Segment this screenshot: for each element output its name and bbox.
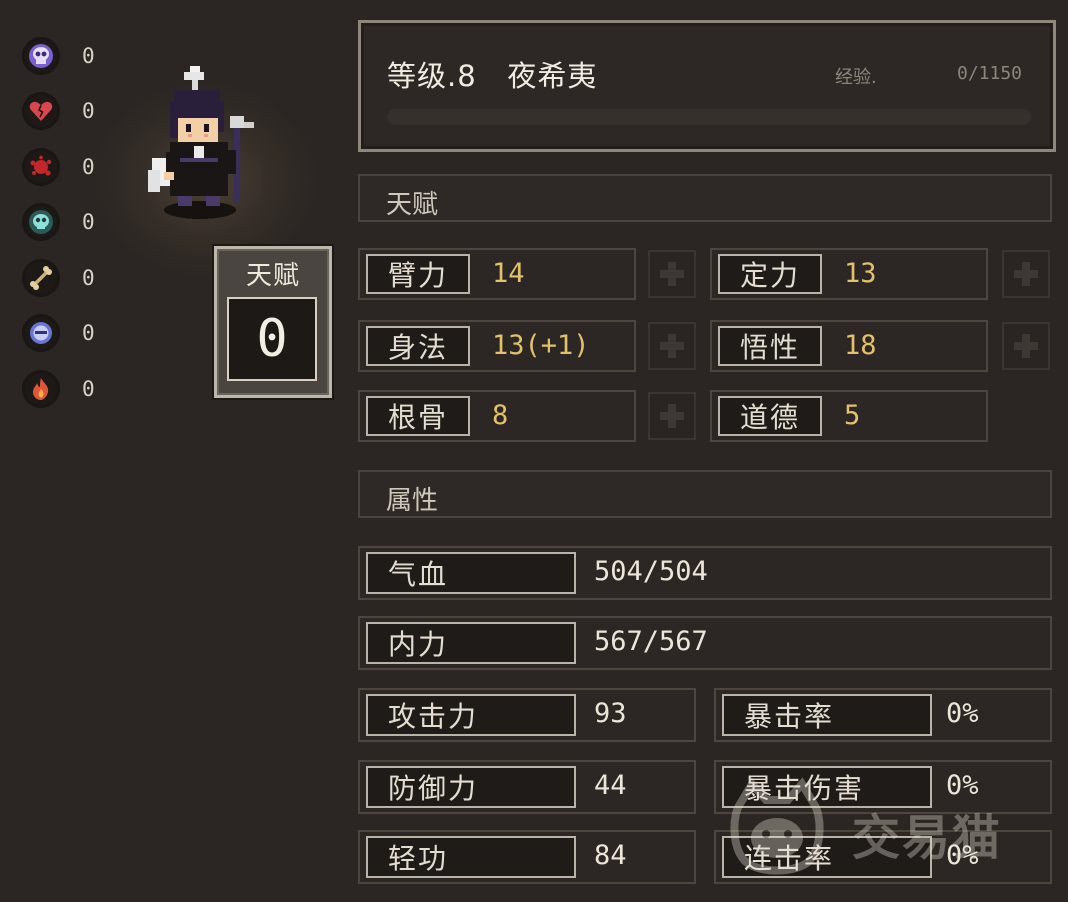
stat-label: 定力 (718, 254, 822, 294)
bone-icon[interactable] (22, 258, 60, 297)
attr-label: 轻功 (366, 836, 576, 878)
status-count: 0 (82, 376, 95, 401)
stat-label: 身法 (366, 326, 470, 366)
attr-combo-rate: 连击率 0% (714, 830, 1052, 884)
stat-comprehension: 悟性 18 (710, 320, 988, 372)
stat-value: 13(+1) (492, 330, 590, 361)
stat-value: 8 (492, 400, 509, 431)
level-and-name: 等级.8 夜希夷 (387, 59, 598, 93)
talent-section-header[interactable]: 天赋 (358, 174, 1052, 222)
talent-points-badge: 天赋 0 (214, 246, 332, 398)
attr-label: 暴击伤害 (722, 766, 932, 808)
stat-morality: 道德 5 (710, 390, 988, 442)
skull-icon[interactable] (22, 36, 60, 75)
status-count: 0 (82, 321, 95, 346)
talent-badge-title: 天赋 (245, 261, 300, 291)
attr-value: 504/504 (594, 556, 708, 587)
attr-attack: 攻击力 93 (358, 688, 696, 742)
poison-skull-icon[interactable] (22, 203, 60, 242)
attr-label: 气血 (366, 552, 576, 594)
plus-icon (1014, 262, 1038, 286)
attr-label: 暴击率 (722, 694, 932, 736)
status-row-skull: 0 (22, 28, 112, 84)
stat-label: 根骨 (366, 396, 470, 436)
attr-label: 内力 (366, 622, 576, 664)
stat-constitution: 根骨 8 (358, 390, 636, 442)
add-strength-button[interactable] (648, 250, 696, 298)
stat-value: 13 (844, 258, 877, 289)
add-comprehension-button[interactable] (1002, 322, 1050, 370)
stat-label: 道德 (718, 396, 822, 436)
attr-value: 84 (594, 840, 627, 871)
frozen-face-icon[interactable] (22, 314, 60, 353)
add-constitution-button[interactable] (648, 392, 696, 440)
attr-value: 0% (946, 770, 979, 801)
stat-label: 臂力 (366, 254, 470, 294)
exp-value: 0/1150 (957, 63, 1023, 84)
attr-value: 0% (946, 698, 979, 729)
attr-defense: 防御力 44 (358, 760, 696, 814)
attr-label: 防御力 (366, 766, 576, 808)
plus-icon (660, 334, 684, 358)
add-composure-button[interactable] (1002, 250, 1050, 298)
attributes-section-header[interactable]: 属性 (358, 470, 1052, 518)
stat-value: 18 (844, 330, 877, 361)
attr-agility: 轻功 84 (358, 830, 696, 884)
attr-crit-rate: 暴击率 0% (714, 688, 1052, 742)
character-header: 等级.8 夜希夷 经验. 0/1150 (358, 20, 1056, 152)
stat-label: 悟性 (718, 326, 822, 366)
attr-value: 93 (594, 698, 627, 729)
attr-crit-damage: 暴击伤害 0% (714, 760, 1052, 814)
attr-value: 44 (594, 770, 627, 801)
plus-icon (1014, 334, 1038, 358)
talent-points-value: 0 (227, 297, 317, 381)
plus-icon (660, 404, 684, 428)
broken-heart-icon[interactable] (22, 92, 60, 131)
attr-value: 0% (946, 840, 979, 871)
character-status-screen: 0 0 0 0 0 0 0 天赋 0 等级.8 夜希夷 经验. 0/1150 天… (0, 0, 1068, 902)
talent-section-title: 天赋 (386, 190, 439, 220)
attr-label: 攻击力 (366, 694, 576, 736)
add-agility-button[interactable] (648, 322, 696, 370)
plus-icon (660, 262, 684, 286)
attr-hp: 气血 504/504 (358, 546, 1052, 600)
blood-splat-icon[interactable] (22, 147, 60, 186)
exp-label: 经验. (835, 67, 877, 88)
stat-strength: 臂力 14 (358, 248, 636, 300)
attributes-section-title: 属性 (386, 486, 439, 516)
attr-label: 连击率 (722, 836, 932, 878)
attr-value: 567/567 (594, 626, 708, 657)
character-sprite[interactable] (140, 62, 280, 232)
attr-mp: 内力 567/567 (358, 616, 1052, 670)
exp-progress-bar (387, 109, 1031, 125)
stat-value: 14 (492, 258, 525, 289)
status-count: 0 (82, 43, 95, 68)
fire-icon[interactable] (22, 369, 60, 408)
status-row-fire: 0 (22, 361, 112, 417)
stat-composure: 定力 13 (710, 248, 988, 300)
status-row-frozen: 0 (22, 306, 112, 362)
stat-agility: 身法 13(+1) (358, 320, 636, 372)
stat-value: 5 (844, 400, 861, 431)
